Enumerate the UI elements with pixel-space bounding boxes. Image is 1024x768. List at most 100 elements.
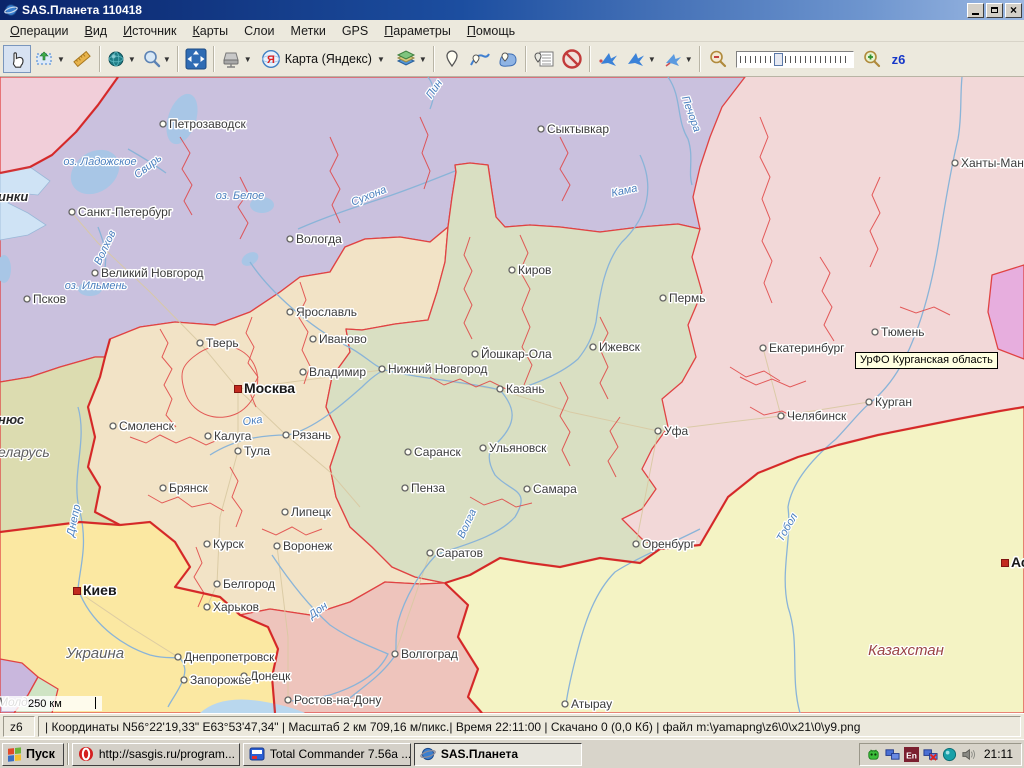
download-manager-button[interactable]: ▼ — [218, 45, 255, 73]
lang-indicator-en[interactable]: En — [904, 747, 919, 762]
city-marker: Великий Новгород — [92, 266, 204, 280]
ruler-tool-button[interactable] — [68, 45, 96, 73]
add-polygon-button[interactable] — [494, 45, 522, 73]
city-label: Ульяновск — [489, 441, 547, 455]
task-button-sas-planeta[interactable]: SAS.Планета — [414, 743, 582, 766]
zoom-in-button[interactable] — [858, 45, 886, 73]
title-bar[interactable]: SAS.Планета 110418 × — [0, 0, 1024, 20]
toolbar-separator — [213, 46, 215, 72]
city-marker: Петрозаводск — [160, 117, 246, 131]
city-label: Петрозаводск — [169, 117, 246, 131]
goto-previous-button[interactable] — [594, 45, 622, 73]
dark-globe-button[interactable]: ▼ — [104, 45, 139, 73]
minimize-button[interactable] — [967, 3, 984, 18]
chevron-down-icon: ▼ — [648, 55, 656, 64]
status-info: | Координаты N56°22'19,33" E63°53'47,34"… — [38, 716, 1021, 737]
city-label: Белгород — [223, 577, 275, 591]
city-label: Смоленск — [119, 419, 175, 433]
city-marker: Иваново — [310, 332, 367, 346]
network-error-icon[interactable] — [923, 747, 938, 762]
menu-item-Карты[interactable]: Карты — [184, 21, 236, 41]
city-label: Казань — [506, 382, 545, 396]
city-label: Курган — [875, 395, 912, 409]
chevron-down-icon: ▼ — [57, 55, 65, 64]
map-canvas[interactable]: ПетрозаводскСыктывкарСанкт-ПетербургВоло… — [0, 77, 1024, 713]
add-placemark-button[interactable] — [438, 45, 466, 73]
zoom-out-button[interactable] — [704, 45, 732, 73]
toolbar: ▼ ▼ ▼ — [0, 42, 1024, 77]
selection-tool-button[interactable]: ▼ — [31, 45, 68, 73]
city-marker: Нижний Новгород — [379, 362, 487, 376]
toolbar-separator — [699, 46, 701, 72]
add-path-button[interactable] — [466, 45, 494, 73]
restore-button[interactable] — [986, 3, 1003, 18]
status-bar: z6 | Координаты N56°22'19,33" E63°53'47,… — [0, 713, 1024, 739]
city-label: Саратов — [436, 546, 483, 560]
chevron-down-icon: ▼ — [128, 55, 136, 64]
city-marker: Владимир — [300, 365, 366, 379]
task-button-opera[interactable]: http://sasgis.ru/program... — [72, 743, 240, 766]
toolbar-separator — [589, 46, 591, 72]
opera-icon — [78, 746, 94, 762]
city-label: Нижний Новгород — [388, 362, 487, 376]
menu-item-Помощь[interactable]: Помощь — [459, 21, 523, 41]
placemark-manager-button[interactable] — [530, 45, 558, 73]
network-icon[interactable] — [885, 747, 900, 762]
city-label: Донецк — [250, 669, 291, 683]
messenger-icon[interactable] — [866, 747, 881, 762]
task-button-total-commander[interactable]: Total Commander 7.56a ... — [243, 743, 411, 766]
map-source-label: Карта (Яндекс) — [285, 52, 372, 66]
path-icon — [469, 49, 491, 69]
zoom-slider-thumb[interactable] — [774, 53, 783, 66]
sas-planeta-window: SAS.Планета 110418 × ОперацииВидИсточник… — [0, 0, 1024, 768]
goto-position-button[interactable]: ▼ — [622, 45, 659, 73]
app-ball-icon[interactable] — [942, 747, 957, 762]
chevron-down-icon: ▼ — [377, 55, 385, 64]
city-label: Харьков — [213, 600, 259, 614]
city-label: Липецк — [291, 505, 332, 519]
close-button[interactable]: × — [1005, 3, 1022, 18]
zoom-tool-button[interactable]: ▼ — [139, 45, 174, 73]
menu-item-Вид[interactable]: Вид — [76, 21, 115, 41]
status-zoom-level: z6 — [3, 716, 35, 737]
menu-item-Параметры[interactable]: Параметры — [376, 21, 459, 41]
volume-icon[interactable] — [961, 747, 976, 762]
zoom-out-icon — [708, 49, 728, 69]
city-label: Рязань — [292, 428, 331, 442]
fullscreen-arrows-icon — [185, 48, 207, 70]
chevron-down-icon: ▼ — [163, 55, 171, 64]
start-label: Пуск — [26, 747, 55, 761]
region-label: Казахстан — [868, 642, 944, 659]
city-marker: Санкт-Петербург — [69, 205, 173, 219]
scale-bar: 250 км — [2, 696, 102, 711]
city-label: Киев — [83, 582, 117, 598]
menu-item-Операции[interactable]: Операции — [2, 21, 76, 41]
menu-bar: ОперацииВидИсточникКартыСлоиМеткиGPSПара… — [0, 20, 1024, 42]
disable-button[interactable] — [558, 45, 586, 73]
menu-item-Метки[interactable]: Метки — [283, 21, 334, 41]
menu-item-Источник[interactable]: Источник — [115, 21, 184, 41]
city-marker: Ярославль — [287, 305, 357, 319]
city-label: Волгоград — [401, 647, 458, 661]
menu-item-GPS[interactable]: GPS — [334, 21, 376, 41]
menu-item-Слои[interactable]: Слои — [236, 21, 282, 41]
city-marker: Саратов — [427, 546, 483, 560]
zoom-slider[interactable] — [736, 51, 854, 68]
city-label: Тула — [244, 444, 270, 458]
capital-city-marker: Москва — [235, 380, 296, 396]
city-label: Санкт-Петербург — [78, 205, 173, 219]
city-marker: Днепропетровск — [175, 650, 275, 664]
city-label: Тюмень — [881, 325, 924, 339]
layers-button[interactable]: ▼ — [391, 45, 430, 73]
city-label: Самара — [533, 482, 577, 496]
water-label: оз. Белое — [216, 190, 265, 202]
start-button[interactable]: Пуск — [2, 743, 64, 766]
city-label: Сыктывкар — [547, 122, 609, 136]
map-source-selector[interactable]: Я Карта (Яндекс) ▼ — [255, 45, 391, 73]
fullscreen-button[interactable] — [182, 45, 210, 73]
toolbar-separator — [525, 46, 527, 72]
pan-hand-tool-button[interactable] — [3, 45, 31, 73]
toolbar-separator — [99, 46, 101, 72]
goto-search-button[interactable]: ▼ — [659, 45, 696, 73]
region-label: еларусь — [0, 444, 50, 460]
